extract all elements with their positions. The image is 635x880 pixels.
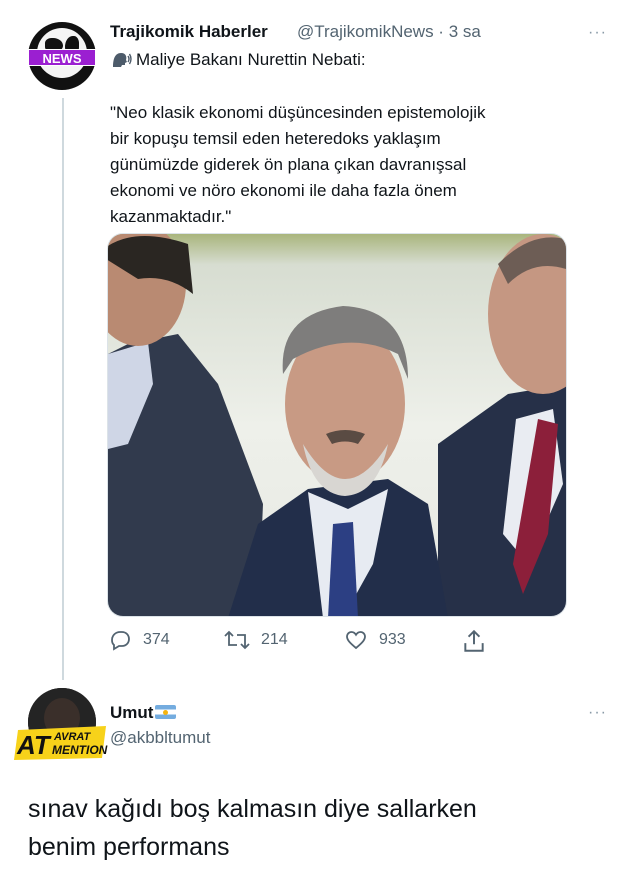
reply-handle[interactable]: @akbbltumut <box>110 728 210 748</box>
tweet-photo[interactable] <box>107 233 567 617</box>
speaking-head-icon <box>110 51 132 69</box>
share-button[interactable] <box>461 628 497 654</box>
share-icon <box>464 629 484 652</box>
like-icon <box>346 631 366 650</box>
speaker-text: Maliye Bakanı Nurettin Nebati: <box>136 50 366 69</box>
tweet-quote: "Neo klasik ekonomi düşüncesinden episte… <box>110 103 486 226</box>
badge-bottom-text: MENTION <box>52 743 108 757</box>
news-badge: NEWS <box>28 49 96 66</box>
like-count: 933 <box>379 631 406 648</box>
reply-icon <box>111 631 130 651</box>
badge-top-text: AVRAT <box>53 731 92 743</box>
reply-author-name: Umut <box>110 703 154 722</box>
thread-line <box>62 98 64 680</box>
retweet-icon <box>224 630 250 650</box>
reply-author[interactable]: Umut <box>110 703 177 723</box>
like-button[interactable]: 933 <box>343 628 406 652</box>
reply-button[interactable]: 374 <box>107 628 170 652</box>
reply-text: sınav kağıdı boş kalmasın diye sallarken… <box>28 795 477 861</box>
reply-more-options-icon[interactable]: ··· <box>588 704 607 722</box>
more-options-icon[interactable]: ··· <box>588 24 607 42</box>
author-handle[interactable]: @TrajikomikNews · 3 sa <box>297 22 481 42</box>
tweet-intro: Maliye Bakanı Nurettin Nebati: <box>110 50 366 70</box>
reply-count: 374 <box>143 631 170 648</box>
badge-main-text: AT <box>16 730 52 760</box>
argentina-flag-icon <box>155 704 177 719</box>
retweet-button[interactable]: 214 <box>223 628 288 652</box>
tweet-actions: 374 214 933 <box>107 628 507 656</box>
avrat-mention-badge: AT AVRAT MENTION <box>14 726 110 760</box>
retweet-count: 214 <box>261 631 288 648</box>
author-name[interactable]: Trajikomik Haberler <box>110 22 268 42</box>
